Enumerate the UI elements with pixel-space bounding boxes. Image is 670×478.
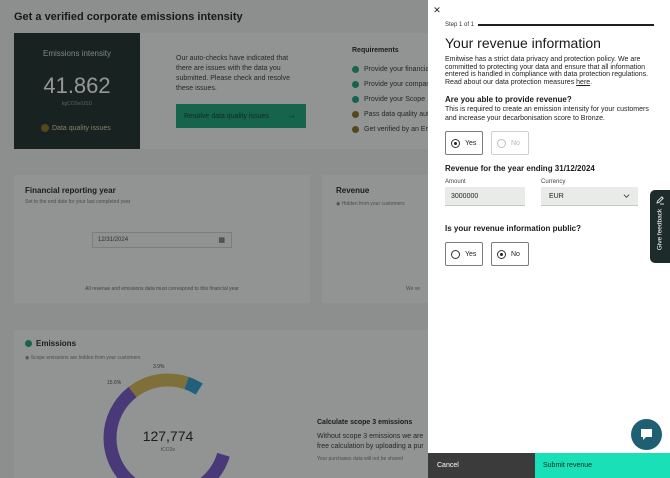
step-progress-bar [478, 24, 654, 26]
option-label: Yes [465, 139, 477, 147]
chevron-down-icon [623, 194, 630, 198]
currency-value: EUR [549, 192, 564, 200]
give-feedback-label: Give feedback [656, 208, 664, 251]
panel-title: Your revenue information [445, 35, 601, 51]
cancel-button[interactable]: Cancel [428, 453, 535, 478]
privacy-intro: Emitwise has a strict data privacy and p… [445, 56, 649, 86]
currency-label: Currency [541, 179, 566, 185]
privacy-link[interactable]: here [576, 79, 590, 86]
provide-revenue-question: Are you able to provide revenue? [445, 95, 572, 104]
amount-input[interactable] [445, 187, 525, 206]
pencil-icon [656, 196, 664, 205]
provide-revenue-no-option[interactable]: No [491, 131, 529, 155]
chat-icon [641, 429, 652, 440]
revenue-public-yes-option[interactable]: Yes [445, 242, 483, 266]
step-indicator: Step 1 of 1 [445, 22, 475, 28]
amount-label: Amount [445, 179, 466, 185]
radio-checked-icon [451, 138, 460, 148]
revenue-public-no-option[interactable]: No [491, 242, 529, 266]
radio-unchecked-icon [451, 249, 460, 259]
currency-select[interactable]: EUR [541, 187, 638, 206]
option-label: No [511, 250, 520, 258]
give-feedback-tab[interactable]: Give feedback [650, 190, 670, 263]
radio-checked-icon [497, 249, 506, 259]
provide-revenue-yes-option[interactable]: Yes [445, 131, 483, 155]
provide-revenue-help: This is required to create an emission i… [445, 106, 649, 122]
chat-button[interactable] [631, 419, 662, 450]
revenue-public-question: Is your revenue information public? [445, 224, 582, 233]
submit-revenue-button[interactable]: Submit revenue [535, 453, 670, 478]
privacy-text: Emitwise has a strict data privacy and p… [445, 56, 649, 86]
radio-unchecked-icon [497, 138, 506, 148]
revenue-section-title: Revenue for the year ending 31/12/2024 [445, 164, 595, 173]
option-label: Yes [465, 250, 477, 258]
close-icon[interactable]: ✕ [432, 5, 442, 15]
step-progress-fill [478, 24, 654, 26]
option-label: No [511, 139, 520, 147]
